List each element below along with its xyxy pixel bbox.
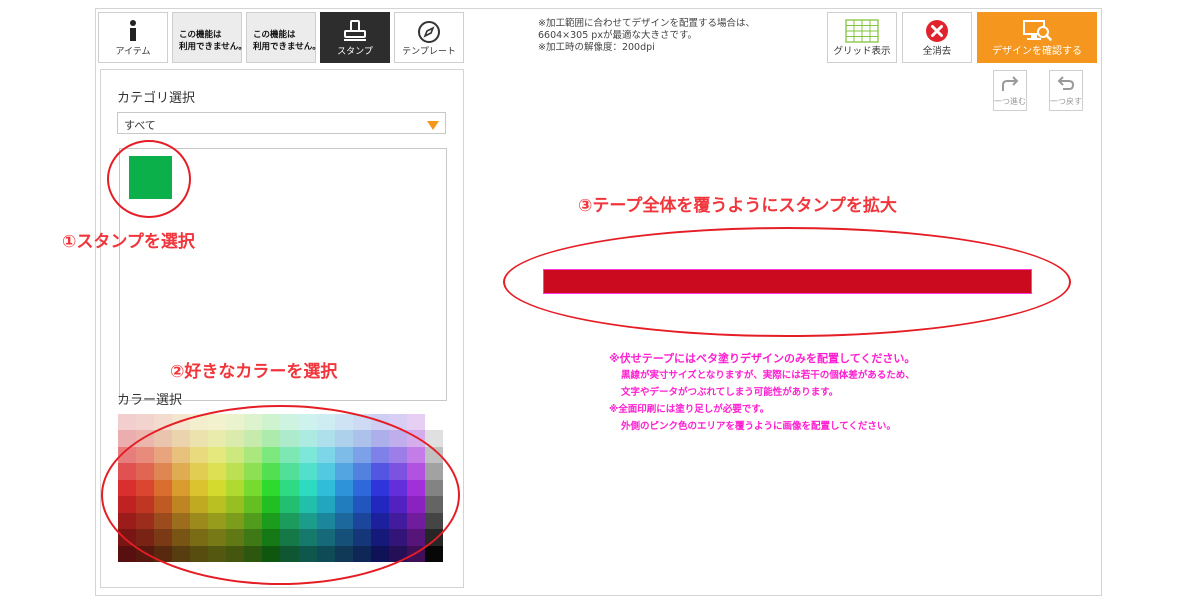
- disabled-text: この機能は 利用できません。: [179, 30, 247, 52]
- color-swatch[interactable]: [424, 414, 443, 431]
- color-swatch[interactable]: [136, 414, 155, 431]
- tool-disabled-1: この機能は 利用できません。: [172, 12, 247, 63]
- tool-template[interactable]: テンプレート: [394, 12, 464, 63]
- note-line: 外側のピンク色のエリアを覆うように画像を配置してください。: [621, 421, 896, 432]
- compass-icon: [418, 21, 440, 43]
- redo-icon: [1002, 76, 1019, 91]
- clear-all-button[interactable]: 全消去: [902, 12, 972, 63]
- tool-stamp-label: スタンプ: [337, 47, 373, 57]
- tool-template-label: テンプレート: [402, 47, 456, 57]
- tool-stamp[interactable]: スタンプ: [320, 12, 390, 63]
- undo-button[interactable]: 一つ戻す: [1049, 70, 1083, 111]
- print-notes: ※伏せテープにはベタ塗りデザインのみを配置してください。 黒線が実寸サイズとなり…: [596, 350, 915, 435]
- annotation-ellipse-palette: [101, 405, 460, 585]
- monitor-search-icon: [1023, 20, 1052, 41]
- undo-icon: [1057, 76, 1075, 90]
- color-label: カラー選択: [117, 393, 183, 408]
- color-swatch[interactable]: [118, 414, 137, 431]
- annotation-step2: ②好きなカラーを選択: [170, 362, 338, 382]
- tool-disabled-2: この機能は 利用できません。: [246, 12, 321, 63]
- confirm-design-label: デザインを確認する: [992, 46, 1082, 57]
- annotation-step1: ①スタンプを選択: [62, 232, 195, 252]
- grid-toggle-label: グリッド表示: [833, 46, 891, 57]
- info-icon: [130, 20, 136, 41]
- confirm-design-button[interactable]: デザインを確認する: [977, 12, 1097, 63]
- color-swatch[interactable]: [406, 414, 425, 431]
- annotation-ellipse-tape: [503, 227, 1071, 337]
- category-select[interactable]: すべて: [117, 112, 446, 134]
- grid-toggle-button[interactable]: グリッド表示: [827, 12, 897, 63]
- color-swatch[interactable]: [424, 545, 443, 562]
- annotation-circle-stamp: [107, 140, 191, 218]
- note-line: ※全面印刷には塗り足しが必要です。: [609, 404, 770, 415]
- note-line: ※伏せテープにはベタ塗りデザインのみを配置してください。: [609, 352, 916, 365]
- tool-item[interactable]: アイテム: [98, 12, 168, 63]
- close-circle-icon: [926, 20, 948, 42]
- annotation-step3: ③テープ全体を覆うようにスタンプを拡大: [578, 196, 897, 216]
- size-notice: ※加工範囲に合わせてデザインを配置する場合は、 6604×305 pxが最適な大…: [538, 18, 755, 53]
- tool-item-label: アイテム: [115, 47, 151, 57]
- redo-label: 一つ進む: [994, 97, 1026, 106]
- category-select-value: すべて: [124, 119, 156, 132]
- note-line: 黒線が実寸サイズとなりますが、実際には若干の個体差があるため、: [621, 370, 915, 381]
- undo-label: 一つ戻す: [1050, 97, 1082, 106]
- stamp-icon: [344, 20, 366, 41]
- disabled-text: この機能は 利用できません。: [253, 30, 321, 52]
- note-line: 文字やデータがつぶれてしまう可能性があります。: [621, 387, 839, 398]
- redo-button[interactable]: 一つ進む: [993, 70, 1027, 111]
- clear-all-label: 全消去: [922, 46, 952, 57]
- dropdown-arrow-icon: [427, 121, 439, 130]
- grid-icon: [845, 19, 879, 43]
- category-label: カテゴリ選択: [117, 91, 196, 106]
- color-swatch[interactable]: [118, 545, 137, 562]
